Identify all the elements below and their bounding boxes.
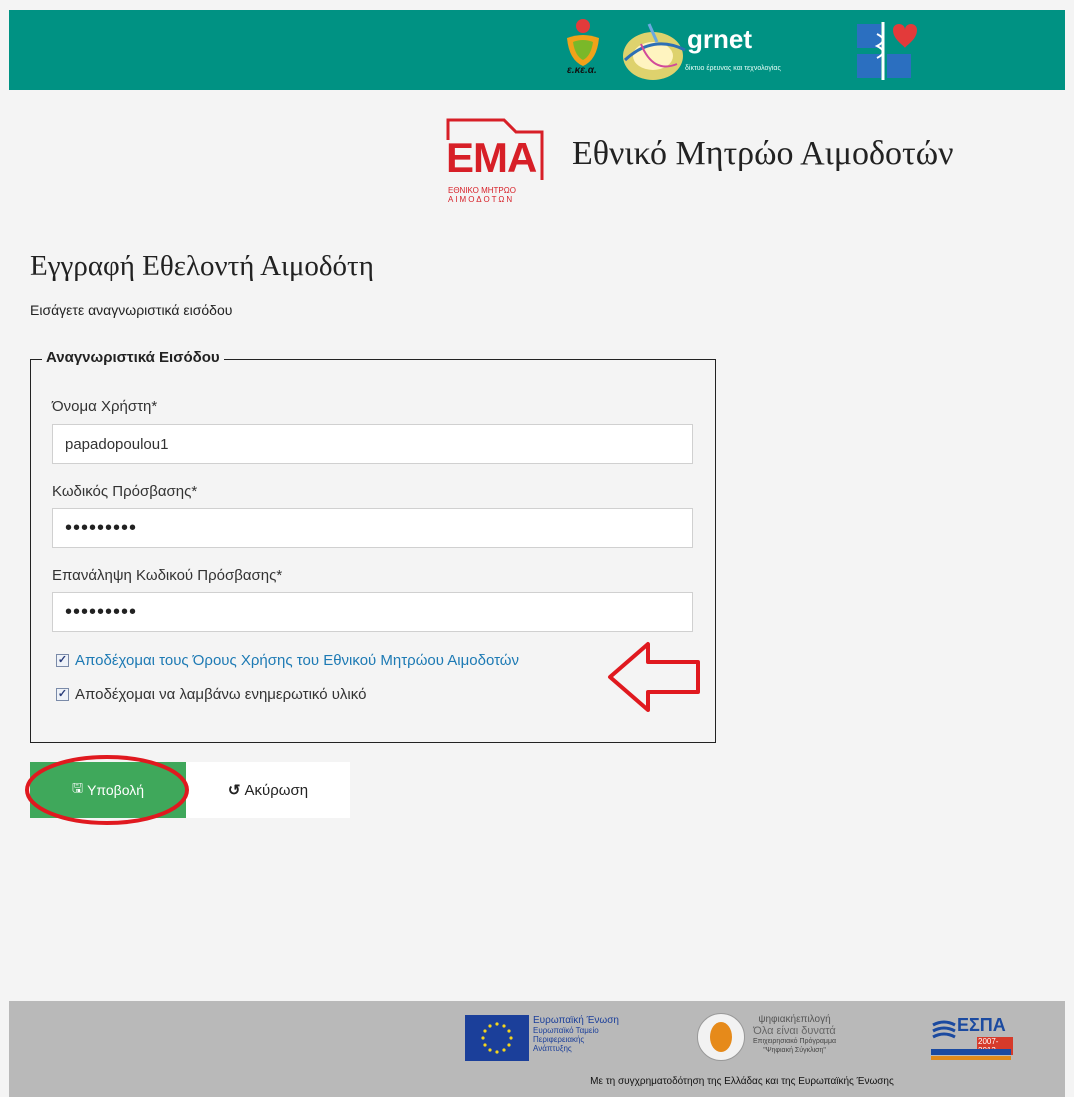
terms-checkbox-row[interactable]: ✓ Αποδέχομαι τους Όρους Χρήσης του Εθνικ… <box>56 652 519 669</box>
grnet-swirl-icon <box>623 23 686 80</box>
ekea-logo: ε.κε.α. <box>553 16 613 84</box>
ekea-label: ε.κε.α. <box>567 65 597 76</box>
eu-subtitle-2: Περιφερειακής <box>533 1035 585 1044</box>
eu-flag <box>465 1015 529 1061</box>
espa-logo: ΕΣΠΑ 2007-2013 <box>931 1013 1013 1063</box>
eu-text: Ευρωπαϊκή Ένωση Ευρωπαϊκό Ταμείο Περιφερ… <box>533 1015 619 1053</box>
espa-bar <box>931 1049 1011 1055</box>
espa-bar-accent <box>931 1056 1011 1060</box>
newsletter-checkbox[interactable]: ✓ <box>56 688 69 701</box>
ema-logo-subtext-1: ΕΘΝΙΚΟ ΜΗΤΡΩΟ <box>448 186 516 195</box>
username-label: Όνομα Χρήστη* <box>52 398 158 415</box>
terms-link[interactable]: Αποδέχομαι τους Όρους Χρήσης του Εθνικού… <box>75 652 519 669</box>
newsletter-checkbox-row[interactable]: ✓ Αποδέχομαι να λαμβάνω ενημερωτικό υλικ… <box>56 686 366 703</box>
page-subtitle: Εισάγετε αναγνωριστικά εισόδου <box>30 302 233 318</box>
ema-logo-subtext-2: ΑΙΜΟΔΟΤΩΝ <box>448 195 515 204</box>
annotation-ellipse-icon <box>25 755 189 825</box>
ema-logo: EMA ΕΘΝΙΚΟ ΜΗΤΡΩΟ ΑΙΜΟΔΟΤΩΝ <box>444 114 544 206</box>
password-repeat-value: ••••••••• <box>65 600 138 623</box>
check-icon: ✓ <box>57 688 68 700</box>
key-icon <box>710 1022 732 1052</box>
check-icon: ✓ <box>57 654 68 666</box>
digital-title: ψηφιακήεπιλογή <box>758 1014 831 1025</box>
digital-text: ψηφιακήεπιλογή Όλα είναι δυνατά Επιχειρη… <box>753 1014 836 1055</box>
grnet-logo: grnet δίκτυο έρευνας και τεχνολογίας <box>619 14 869 86</box>
annotation-arrow-icon <box>608 642 700 712</box>
newsletter-label: Αποδέχομαι να λαμβάνω ενημερωτικό υλικό <box>75 686 367 703</box>
footer-caption: Με τη συγχρηματοδότηση της Ελλάδας και τ… <box>590 1076 894 1087</box>
digital-small-1: Επιχειρησιακό Πρόγραμμα <box>753 1038 837 1045</box>
grnet-label: grnet <box>687 24 752 54</box>
password-value: ••••••••• <box>65 516 138 539</box>
digital-logo <box>697 1013 745 1061</box>
password-label: Κωδικός Πρόσβασης* <box>52 483 198 500</box>
espa-waves-icon <box>932 1020 956 1039</box>
fieldset-legend: Αναγνωριστικά Εισόδου <box>42 349 224 366</box>
cancel-button[interactable]: ↺ Ακύρωση <box>186 762 350 818</box>
top-banner: ε.κε.α. grnet δίκτυο έρευνας και τεχνολο… <box>9 10 1065 90</box>
espa-title: ΕΣΠΑ <box>957 1015 1006 1035</box>
undo-icon: ↺ <box>227 782 241 799</box>
terms-checkbox[interactable]: ✓ <box>56 654 69 667</box>
ministry-logo <box>849 18 919 84</box>
eu-stars-icon <box>481 1022 513 1054</box>
username-input[interactable] <box>52 424 693 464</box>
eu-title: Ευρωπαϊκή Ένωση <box>533 1015 619 1026</box>
site-title: Εθνικό Μητρώο Αιμοδοτών <box>572 135 954 172</box>
digital-subtitle: Όλα είναι δυνατά <box>753 1025 836 1037</box>
cancel-label: Ακύρωση <box>244 781 309 799</box>
footer: Ευρωπαϊκή Ένωση Ευρωπαϊκό Ταμείο Περιφερ… <box>9 1001 1065 1097</box>
eu-subtitle-3: Ανάπτυξης <box>533 1044 572 1053</box>
password-input[interactable]: ••••••••• <box>52 508 693 548</box>
ema-logo-text: EMA <box>446 134 537 181</box>
page-title: Εγγραφή Εθελοντή Αιμοδότη <box>30 250 374 282</box>
password-repeat-label: Επανάληψη Κωδικού Πρόσβασης* <box>52 567 283 584</box>
caduceus-cross-icon <box>857 22 917 80</box>
grnet-tagline: δίκτυο έρευνας και τεχνολογίας <box>685 65 781 72</box>
password-repeat-input[interactable]: ••••••••• <box>52 592 693 632</box>
digital-small-2: "Ψηφιακή Σύγκλιση" <box>763 1047 826 1054</box>
eu-subtitle-1: Ευρωπαϊκό Ταμείο <box>533 1026 599 1035</box>
